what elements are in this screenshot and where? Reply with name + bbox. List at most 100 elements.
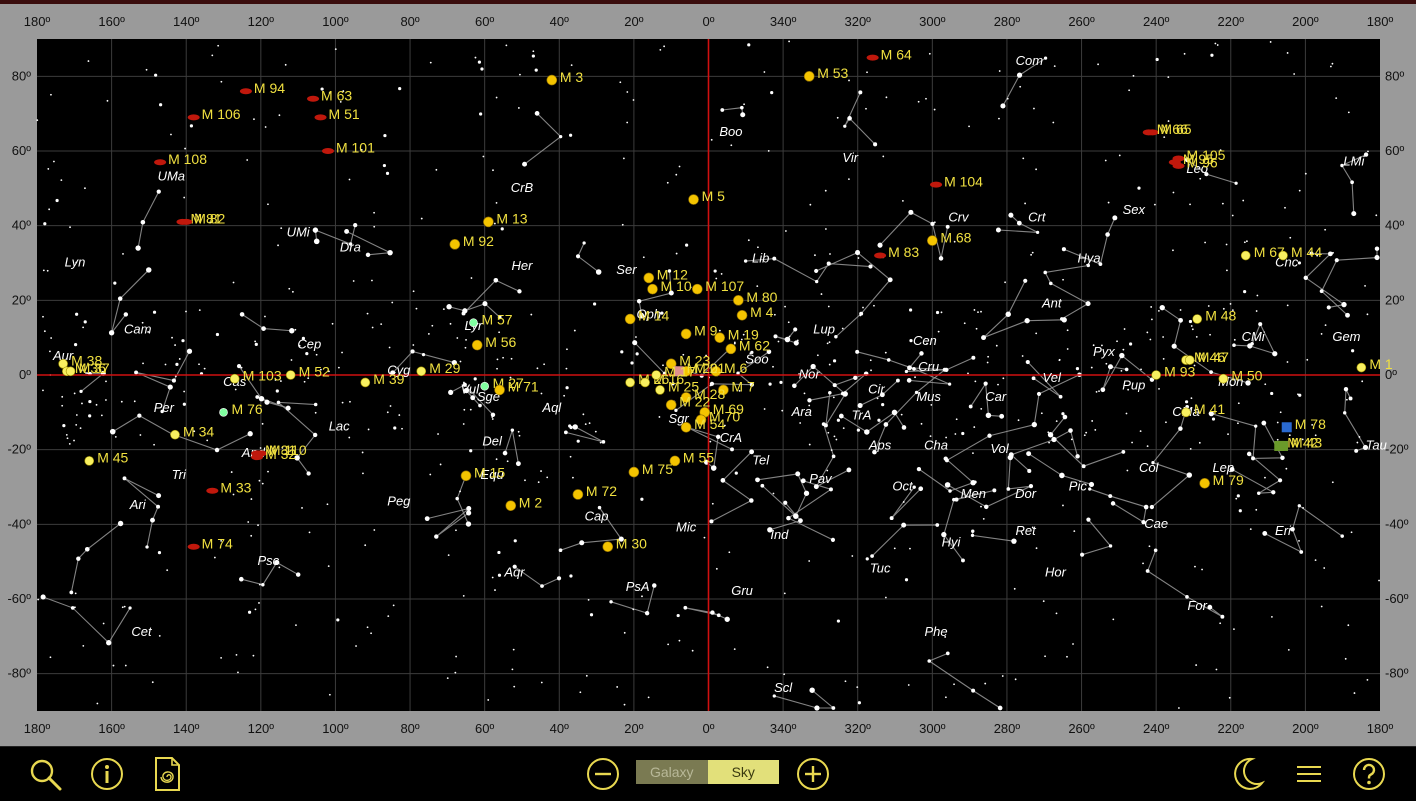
object-marker[interactable] [680,421,692,433]
star [1236,494,1240,498]
star [184,147,187,150]
info-button[interactable] [88,755,126,793]
object-marker[interactable] [449,239,461,250]
sky-view-button[interactable]: Sky [707,760,779,784]
object-marker[interactable] [1218,373,1229,384]
object-marker[interactable] [1181,407,1191,418]
star [935,523,940,527]
object-marker[interactable] [572,489,584,500]
object-label: M 101 [336,140,375,156]
star [540,681,543,684]
object-marker[interactable] [733,295,744,306]
zoom-in-button[interactable] [794,755,832,793]
object-marker[interactable] [602,541,614,553]
object-marker[interactable] [714,332,725,343]
object-marker[interactable] [229,373,240,384]
object-marker[interactable] [725,343,737,355]
star [995,227,1001,233]
object-marker[interactable] [874,252,887,259]
star [855,349,860,354]
object-marker[interactable] [84,456,95,466]
object-marker[interactable] [628,466,640,478]
star [974,380,977,383]
menu-button[interactable] [1290,755,1328,793]
object-marker[interactable] [206,487,219,494]
object-marker[interactable] [480,381,489,391]
star [232,281,235,284]
object-marker[interactable] [307,95,320,102]
object-marker[interactable] [154,159,167,166]
object-marker[interactable] [1192,314,1203,324]
object-marker[interactable] [187,543,200,550]
object-label: M 6 [724,360,748,376]
star [565,386,569,390]
object-marker[interactable] [927,235,938,246]
object-marker[interactable] [170,429,180,440]
object-marker[interactable] [640,377,650,388]
search-button[interactable] [26,755,64,793]
object-marker[interactable] [1240,250,1251,261]
object-marker[interactable] [360,377,371,388]
object-marker[interactable] [692,283,703,295]
constellation-label: Ant [1041,296,1063,311]
star [836,418,840,422]
object-marker[interactable] [546,74,558,86]
object-marker[interactable] [655,385,665,395]
object-marker[interactable] [803,71,815,82]
ra-tick-label: 180º [1367,14,1394,29]
zoom-out-button[interactable] [584,755,622,793]
help-button[interactable] [1350,755,1388,793]
sky-map[interactable]: ComBooVir LMiLeoUMaCrBCrtCrv SexUMiDraLyn L… [0,0,1416,746]
object-marker[interactable] [460,470,472,482]
object-marker[interactable] [647,283,658,295]
object-marker[interactable] [866,54,879,61]
ra-tick-label: 240º [1143,721,1170,736]
constellation-label: Phe [924,624,947,639]
star [1146,331,1149,334]
star [848,79,850,82]
galaxy-document-button[interactable] [148,755,186,793]
object-marker[interactable] [624,313,636,325]
object-marker[interactable] [471,339,483,351]
star [1001,675,1004,677]
object-marker[interactable] [321,148,334,154]
star [267,470,269,473]
object-marker[interactable] [930,181,943,188]
object-marker[interactable] [505,500,517,511]
object-marker[interactable] [665,399,677,411]
object-marker[interactable] [239,88,252,95]
object-marker[interactable] [680,328,692,340]
star [667,643,670,646]
object-marker[interactable] [625,377,635,388]
star [1040,412,1043,415]
object-marker[interactable] [1278,440,1289,451]
object-marker[interactable] [643,272,655,284]
object-marker[interactable] [285,370,296,380]
object-marker[interactable] [1172,162,1185,169]
object-marker[interactable] [651,370,662,380]
object-marker[interactable] [314,114,327,121]
object-marker[interactable] [1278,250,1288,261]
object-marker[interactable] [469,318,478,328]
object-marker[interactable] [1142,129,1155,136]
object-marker[interactable] [65,366,76,377]
star [857,701,861,705]
object-marker[interactable] [1356,362,1367,373]
object-marker[interactable] [688,194,699,205]
night-mode-button[interactable] [1230,755,1268,793]
galaxy-view-button[interactable]: Galaxy [636,760,708,784]
object-marker[interactable] [180,218,193,225]
object-marker[interactable] [219,408,228,417]
object-marker[interactable] [1151,370,1161,380]
object-marker[interactable] [494,384,505,396]
object-marker[interactable] [736,309,748,321]
star [1146,445,1149,448]
star [1157,309,1160,312]
object-marker[interactable] [483,216,494,228]
object-marker[interactable] [1281,422,1292,433]
object-marker[interactable] [1199,477,1210,489]
object-marker[interactable] [416,366,427,377]
star [901,200,904,202]
object-marker[interactable] [187,114,200,121]
object-marker[interactable] [251,454,264,461]
